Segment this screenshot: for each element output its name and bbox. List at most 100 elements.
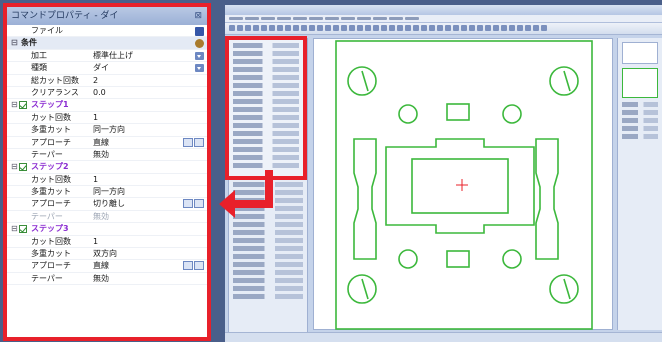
- collapse-icon[interactable]: ⊟: [11, 99, 18, 111]
- dropdown-arrow-icon[interactable]: [195, 51, 204, 60]
- step-checkbox[interactable]: [19, 225, 27, 234]
- property-label: アプローチ: [31, 137, 71, 147]
- collapse-icon[interactable]: ⊟: [11, 37, 18, 49]
- property-label: 総カット回数: [31, 75, 79, 85]
- property-row[interactable]: アプローチ 直線: [7, 137, 207, 149]
- property-label: テーパー: [31, 149, 63, 159]
- small-hole-4: [502, 249, 522, 269]
- property-value[interactable]: 0.0: [93, 87, 106, 99]
- property-label: アプローチ: [31, 261, 71, 271]
- collapse-icon[interactable]: ⊟: [11, 161, 18, 173]
- property-value[interactable]: ダイ: [93, 62, 109, 74]
- property-value[interactable]: 直線: [93, 260, 109, 272]
- property-label: 多重カット: [31, 249, 71, 259]
- property-row[interactable]: 多重カット 同一方向: [7, 124, 207, 137]
- command-property-panel: コマンドプロパティ - ダイ ⊠ ファイル ⊟ 条件 加工 標準仕上げ 種類 ダイ 総カット回…: [3, 3, 211, 341]
- property-value[interactable]: 2: [93, 75, 98, 87]
- center-punch: [411, 158, 509, 214]
- center-cavity: [385, 138, 535, 234]
- die-drawing: [335, 40, 593, 330]
- property-value[interactable]: 1: [93, 112, 98, 124]
- save-icon[interactable]: [195, 27, 204, 36]
- property-value[interactable]: 無効: [93, 149, 109, 161]
- small-slot-bottom: [446, 250, 470, 268]
- property-value[interactable]: 双方向: [93, 248, 117, 260]
- property-label: クリアランス: [31, 87, 79, 97]
- property-value[interactable]: 同一方向: [93, 186, 125, 198]
- drawing-canvas[interactable]: [313, 38, 613, 330]
- property-value[interactable]: 直線: [93, 137, 109, 149]
- small-hole-1: [398, 104, 418, 124]
- panel-title-bar: コマンドプロパティ - ダイ ⊠: [7, 7, 207, 25]
- property-value[interactable]: 1: [93, 236, 98, 248]
- left-slot: [353, 138, 377, 260]
- step-row[interactable]: ⊟ ステップ1: [7, 99, 207, 112]
- property-list: ファイル ⊟ 条件 加工 標準仕上げ 種類 ダイ 総カット回数 2 クリアランス 0.0 ⊟ ステップ1…: [7, 25, 207, 286]
- property-label: カット回数: [31, 236, 71, 246]
- pin-icon[interactable]: ⊠: [194, 7, 202, 25]
- property-row[interactable]: 種類 ダイ: [7, 62, 207, 75]
- status-bar: [225, 332, 662, 342]
- property-row[interactable]: 多重カット 同一方向: [7, 186, 207, 199]
- small-hole-2: [502, 104, 522, 124]
- property-label: カット回数: [31, 174, 71, 184]
- app-title-bar: [225, 5, 662, 15]
- gear-icon[interactable]: [195, 39, 204, 49]
- property-row[interactable]: カット回数 1: [7, 236, 207, 249]
- property-label: 多重カット: [31, 125, 71, 135]
- panel-title: コマンドプロパティ - ダイ: [11, 11, 119, 21]
- chevron-down-icon[interactable]: [183, 199, 193, 209]
- property-label: 条件: [21, 38, 37, 48]
- property-row[interactable]: テーパー 無効: [7, 149, 207, 162]
- red-arrow-icon: [219, 170, 273, 218]
- small-hole-3: [398, 249, 418, 269]
- property-label: テーパー: [31, 211, 63, 221]
- property-label: 種類: [31, 63, 47, 73]
- detail-button[interactable]: [194, 137, 204, 147]
- detail-button[interactable]: [194, 261, 204, 271]
- property-label: アプローチ: [31, 199, 71, 209]
- step-checkbox[interactable]: [19, 101, 27, 110]
- mini-panel-highlight: [225, 36, 307, 180]
- detail-button[interactable]: [194, 199, 204, 209]
- property-row[interactable]: 総カット回数 2: [7, 75, 207, 87]
- property-value[interactable]: 標準仕上げ: [93, 50, 133, 62]
- property-value[interactable]: 無効: [93, 211, 109, 223]
- property-label: ステップ1: [31, 100, 69, 110]
- property-label: ファイル: [31, 26, 63, 35]
- property-row[interactable]: 多重カット 双方向: [7, 248, 207, 261]
- small-slot-top: [446, 103, 470, 121]
- section-row[interactable]: ⊟ 条件: [7, 37, 207, 50]
- property-row[interactable]: カット回数 1: [7, 174, 207, 187]
- dropdown-arrow-icon[interactable]: [195, 64, 204, 73]
- right-slot: [535, 138, 559, 260]
- property-label: ステップ2: [31, 162, 69, 172]
- app-menu-bar[interactable]: [225, 15, 662, 23]
- property-row[interactable]: カット回数 1: [7, 112, 207, 125]
- property-row[interactable]: 加工 標準仕上げ: [7, 50, 207, 63]
- chevron-down-icon[interactable]: [183, 261, 193, 271]
- property-row[interactable]: アプローチ 切り離し: [7, 198, 207, 211]
- property-label: ステップ3: [31, 224, 69, 234]
- chevron-down-icon[interactable]: [183, 137, 193, 147]
- property-row[interactable]: クリアランス 0.0: [7, 87, 207, 100]
- property-label: 多重カット: [31, 187, 71, 197]
- origin-marker: [456, 179, 468, 191]
- property-value[interactable]: 切り離し: [93, 198, 125, 210]
- property-value[interactable]: 無効: [93, 273, 109, 285]
- step-checkbox[interactable]: [19, 163, 27, 172]
- property-row[interactable]: テーパー 無効: [7, 273, 207, 286]
- step-row[interactable]: ⊟ ステップ3: [7, 223, 207, 236]
- property-label: 加工: [31, 50, 47, 60]
- property-value[interactable]: 同一方向: [93, 124, 125, 136]
- collapse-icon[interactable]: ⊟: [11, 223, 18, 235]
- app-toolbar[interactable]: [225, 23, 662, 35]
- property-label: カット回数: [31, 112, 71, 122]
- property-row[interactable]: テーパー 無効: [7, 211, 207, 224]
- right-tool-panel: [617, 38, 662, 330]
- property-row[interactable]: ファイル: [7, 25, 207, 38]
- property-value[interactable]: 1: [93, 174, 98, 186]
- step-row[interactable]: ⊟ ステップ2: [7, 161, 207, 174]
- property-label: テーパー: [31, 273, 63, 283]
- property-row[interactable]: アプローチ 直線: [7, 260, 207, 273]
